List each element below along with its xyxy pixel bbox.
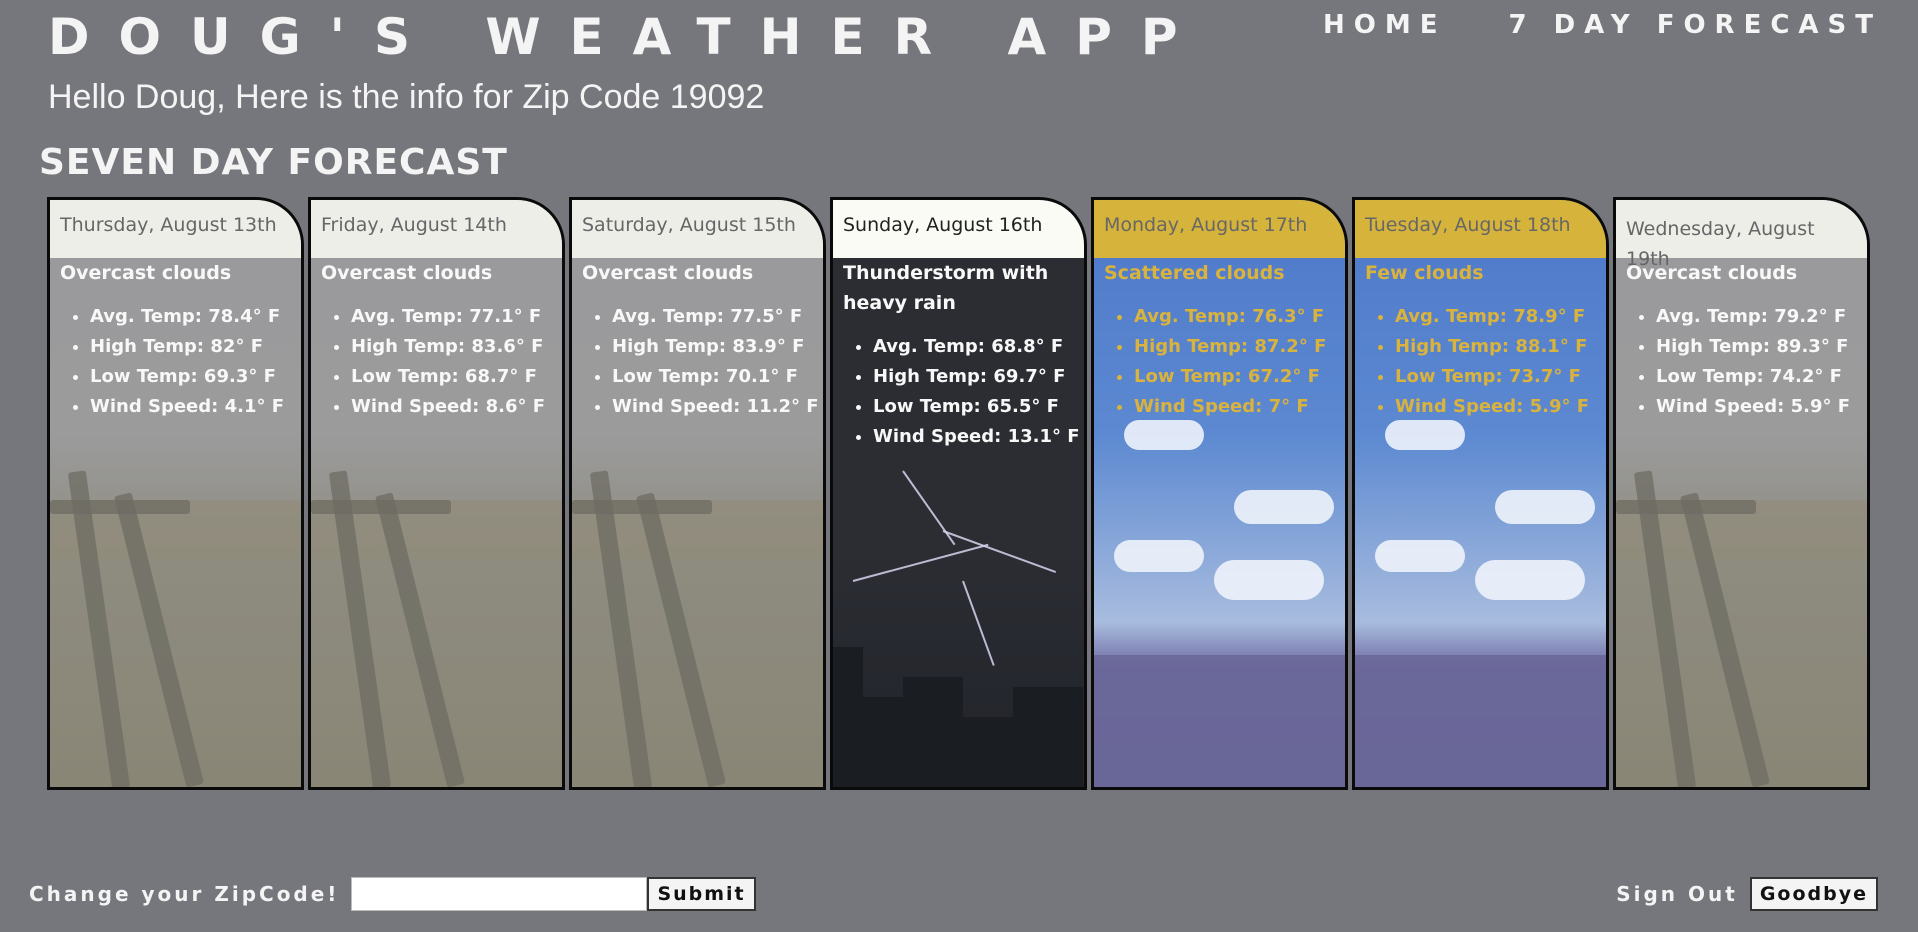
railing-bar bbox=[1616, 500, 1756, 514]
avg-temp: Avg. Temp: 68.8° F bbox=[873, 332, 1084, 362]
card-date: Sunday, August 16th bbox=[833, 200, 1084, 258]
avg-temp: Avg. Temp: 78.4° F bbox=[90, 302, 301, 332]
card-stats-list: Avg. Temp: 78.9° F High Temp: 88.1° F Lo… bbox=[1365, 302, 1606, 422]
low-temp: Low Temp: 69.3° F bbox=[90, 362, 301, 392]
card-condition: Overcast clouds bbox=[582, 262, 754, 284]
field-ground bbox=[1355, 655, 1606, 787]
high-temp: High Temp: 89.3° F bbox=[1656, 332, 1867, 362]
low-temp: Low Temp: 67.2° F bbox=[1134, 362, 1345, 392]
low-temp: Low Temp: 68.7° F bbox=[351, 362, 562, 392]
nav-home-link[interactable]: HOME bbox=[1323, 10, 1447, 40]
low-temp: Low Temp: 74.2° F bbox=[1656, 362, 1867, 392]
wind-speed: Wind Speed: 5.9° F bbox=[1656, 392, 1867, 422]
high-temp: High Temp: 87.2° F bbox=[1134, 332, 1345, 362]
lightning-bolt bbox=[962, 580, 995, 666]
forecast-card-monday: Monday, August 17th Scattered clouds Avg… bbox=[1091, 197, 1348, 790]
cloud-shape bbox=[1214, 560, 1324, 600]
goodbye-button[interactable]: Goodbye bbox=[1749, 877, 1878, 911]
cloud-shape bbox=[1495, 490, 1595, 524]
skyline-building bbox=[963, 717, 1013, 787]
forecast-cards: Thursday, August 13th Overcast clouds Av… bbox=[47, 197, 1870, 790]
lightning-bolt bbox=[902, 470, 956, 546]
card-condition: Thunderstorm with heavy rain bbox=[843, 262, 1049, 314]
card-stats-list: Avg. Temp: 68.8° F High Temp: 69.7° F Lo… bbox=[843, 332, 1084, 452]
cloud-shape bbox=[1375, 540, 1465, 572]
low-temp: Low Temp: 65.5° F bbox=[873, 392, 1084, 422]
card-date: Wednesday, August 19th bbox=[1616, 200, 1867, 270]
card-stats-list: Avg. Temp: 77.1° F High Temp: 83.6° F Lo… bbox=[321, 302, 562, 422]
card-stats-list: Avg. Temp: 79.2° F High Temp: 89.3° F Lo… bbox=[1626, 302, 1867, 422]
cloud-shape bbox=[1475, 560, 1585, 600]
skyline-building bbox=[833, 647, 863, 787]
railing-bar bbox=[572, 500, 712, 514]
card-date: Friday, August 14th bbox=[311, 200, 562, 258]
avg-temp: Avg. Temp: 79.2° F bbox=[1656, 302, 1867, 332]
card-condition: Few clouds bbox=[1365, 262, 1484, 284]
high-temp: High Temp: 69.7° F bbox=[873, 362, 1084, 392]
main-nav: HOME 7 DAY FORECAST bbox=[1323, 10, 1882, 40]
forecast-card-sunday: Sunday, August 16th Thunderstorm with he… bbox=[830, 197, 1087, 790]
wind-speed: Wind Speed: 11.2° F bbox=[612, 392, 823, 422]
zip-label: Change your ZipCode! bbox=[29, 882, 340, 906]
cloud-shape bbox=[1385, 420, 1465, 450]
cloud-shape bbox=[1124, 420, 1204, 450]
field-ground bbox=[1094, 655, 1345, 787]
wind-speed: Wind Speed: 8.6° F bbox=[351, 392, 562, 422]
cloud-shape bbox=[1114, 540, 1204, 572]
skyline-building bbox=[1013, 687, 1083, 787]
skyline-building bbox=[903, 677, 963, 787]
signout-area: Sign Out Goodbye bbox=[1616, 877, 1878, 911]
railing-bar bbox=[50, 500, 190, 514]
greeting-text: Hello Doug, Here is the info for Zip Cod… bbox=[48, 78, 765, 116]
card-date: Thursday, August 13th bbox=[50, 200, 301, 258]
wind-speed: Wind Speed: 13.1° F bbox=[873, 422, 1084, 452]
avg-temp: Avg. Temp: 76.3° F bbox=[1134, 302, 1345, 332]
low-temp: Low Temp: 73.7° F bbox=[1395, 362, 1606, 392]
app-title: DOUG'S WEATHER APP bbox=[48, 8, 1207, 66]
card-date: Saturday, August 15th bbox=[572, 200, 823, 258]
avg-temp: Avg. Temp: 78.9° F bbox=[1395, 302, 1606, 332]
card-stats-list: Avg. Temp: 78.4° F High Temp: 82° F Low … bbox=[60, 302, 301, 422]
zip-form: Change your ZipCode! Submit bbox=[29, 877, 756, 911]
wind-speed: Wind Speed: 4.1° F bbox=[90, 392, 301, 422]
card-condition: Overcast clouds bbox=[60, 262, 232, 284]
card-stats-list: Avg. Temp: 76.3° F High Temp: 87.2° F Lo… bbox=[1104, 302, 1345, 422]
card-date: Monday, August 17th bbox=[1094, 200, 1345, 258]
submit-button[interactable]: Submit bbox=[647, 877, 756, 911]
railing-bar bbox=[311, 500, 451, 514]
avg-temp: Avg. Temp: 77.5° F bbox=[612, 302, 823, 332]
section-title: SEVEN DAY FORECAST bbox=[39, 142, 508, 183]
wind-speed: Wind Speed: 7° F bbox=[1134, 392, 1345, 422]
high-temp: High Temp: 83.6° F bbox=[351, 332, 562, 362]
lightning-bolt bbox=[852, 543, 989, 582]
card-stats-list: Avg. Temp: 77.5° F High Temp: 83.9° F Lo… bbox=[582, 302, 823, 422]
low-temp: Low Temp: 70.1° F bbox=[612, 362, 823, 392]
zip-input[interactable] bbox=[351, 877, 648, 911]
forecast-card-wednesday: Wednesday, August 19th Overcast clouds A… bbox=[1613, 197, 1870, 790]
card-condition: Scattered clouds bbox=[1104, 262, 1285, 284]
signout-label: Sign Out bbox=[1616, 882, 1738, 906]
high-temp: High Temp: 88.1° F bbox=[1395, 332, 1606, 362]
forecast-card-saturday: Saturday, August 15th Overcast clouds Av… bbox=[569, 197, 826, 790]
forecast-card-friday: Friday, August 14th Overcast clouds Avg.… bbox=[308, 197, 565, 790]
high-temp: High Temp: 82° F bbox=[90, 332, 301, 362]
card-condition: Overcast clouds bbox=[1626, 262, 1798, 284]
skyline-building bbox=[863, 697, 903, 787]
card-condition: Overcast clouds bbox=[321, 262, 493, 284]
wind-speed: Wind Speed: 5.9° F bbox=[1395, 392, 1606, 422]
avg-temp: Avg. Temp: 77.1° F bbox=[351, 302, 562, 332]
high-temp: High Temp: 83.9° F bbox=[612, 332, 823, 362]
cloud-shape bbox=[1234, 490, 1334, 524]
nav-7-day-forecast-link[interactable]: 7 DAY FORECAST bbox=[1508, 10, 1882, 40]
forecast-card-tuesday: Tuesday, August 18th Few clouds Avg. Tem… bbox=[1352, 197, 1609, 790]
card-date: Tuesday, August 18th bbox=[1355, 200, 1606, 258]
forecast-card-thursday: Thursday, August 13th Overcast clouds Av… bbox=[47, 197, 304, 790]
